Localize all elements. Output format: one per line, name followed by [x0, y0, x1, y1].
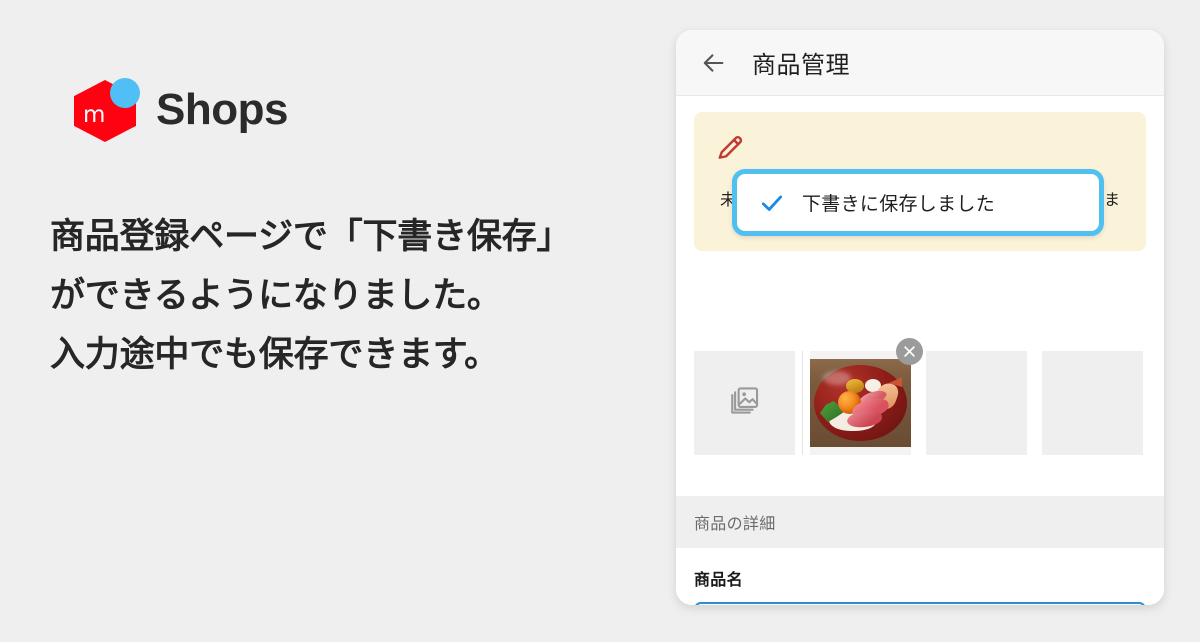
arrow-left-icon[interactable]	[696, 46, 730, 80]
section-header-product-detail: 商品の詳細	[676, 496, 1164, 548]
check-icon	[759, 190, 785, 216]
product-name-label: 商品名	[694, 572, 743, 589]
headline-line-1: 商品登録ページで「下書き保存」	[50, 217, 572, 256]
product-name-input-wrap	[694, 602, 1146, 605]
thumb-divider	[802, 351, 803, 455]
brand-lockup: m Shops	[74, 78, 288, 144]
logo-letter-m: m	[83, 102, 106, 128]
images-icon	[728, 384, 762, 423]
app-bar: 商品管理	[676, 30, 1164, 96]
pencil-icon	[716, 132, 746, 162]
page-title: 商品管理	[752, 52, 850, 79]
saved-toast-label: 下書きに保存しました	[802, 194, 996, 215]
phone-screenshot-card: 商品管理 未入力の項目がある場合、下書き状態でのみ保存できます。 下書きに保存し…	[676, 30, 1164, 605]
headline-line-3: 入力途中でも保存できます。	[50, 334, 499, 374]
section-header-label: 商品の詳細	[694, 516, 776, 533]
close-icon[interactable]	[896, 338, 923, 365]
page-headline: 商品登録ページで「下書き保存」 ができるようになりました。 入力途中でも保存でき…	[50, 208, 660, 384]
headline-line-2: ができるようになりました。	[50, 275, 502, 315]
app-body: 未入力の項目がある場合、下書き状態でのみ保存できます。 下書きに保存しました	[676, 96, 1164, 605]
logo-blue-dot	[110, 78, 140, 108]
mercari-shops-logo-icon: m	[74, 78, 140, 144]
photo-slot-filled[interactable]	[810, 338, 923, 455]
brand-wordmark: Shops	[156, 84, 288, 134]
photo-slot-empty-1[interactable]	[926, 351, 1027, 455]
promo-left-panel: m Shops 商品登録ページで「下書き保存」 ができるようになりました。 入力…	[0, 0, 660, 642]
photo-slot-empty-2[interactable]	[1042, 351, 1143, 455]
saved-toast[interactable]: 下書きに保存しました	[732, 169, 1104, 236]
product-name-input[interactable]	[694, 602, 1146, 605]
product-name-field-block: 商品名	[694, 566, 1146, 605]
photo-thumbnail-strip	[694, 338, 1146, 461]
add-photo-slot[interactable]	[694, 351, 795, 455]
product-photo-seafood-bowl	[810, 359, 911, 447]
